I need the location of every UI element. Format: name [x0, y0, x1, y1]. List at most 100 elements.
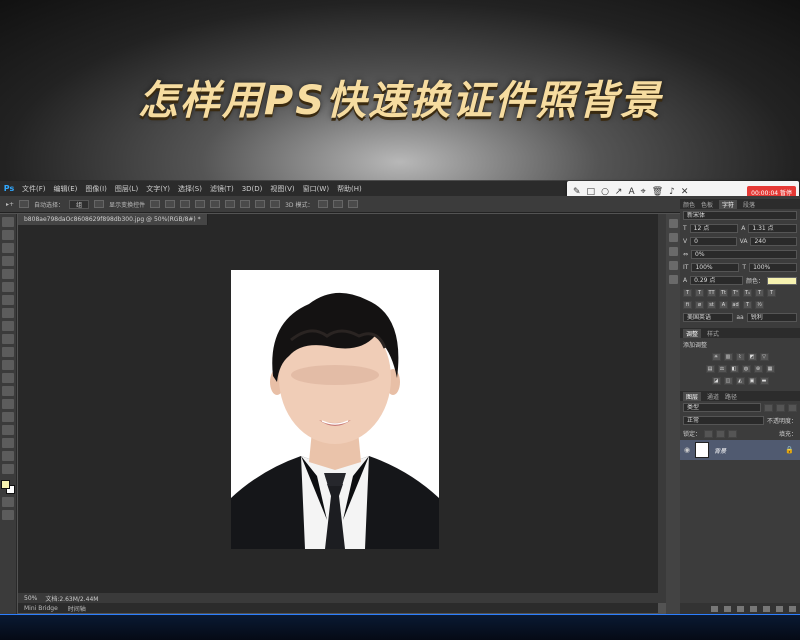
brush-panel-icon[interactable]: [668, 261, 678, 270]
align-center-icon[interactable]: [210, 200, 221, 208]
small-caps-button[interactable]: Tt: [719, 289, 728, 297]
exposure-icon[interactable]: ◩: [747, 353, 757, 361]
screen-mode-icon[interactable]: [2, 510, 14, 520]
path-select-tool-icon[interactable]: [2, 425, 14, 435]
text-color-swatch[interactable]: [767, 276, 797, 285]
eraser-tool-icon[interactable]: [2, 347, 14, 357]
strikethrough-button[interactable]: T: [767, 289, 776, 297]
swash-button[interactable]: st: [707, 301, 716, 309]
tab-paths[interactable]: 路径: [725, 392, 737, 401]
menu-window[interactable]: 窗口(W): [299, 184, 333, 194]
language-select[interactable]: 美国英语: [683, 313, 734, 322]
photo-filter-icon[interactable]: ◍: [741, 365, 751, 373]
properties-panel-icon[interactable]: [668, 233, 678, 242]
underline-button[interactable]: T: [755, 289, 764, 297]
channel-mixer-icon[interactable]: ⊛: [753, 365, 763, 373]
ordinal-button[interactable]: ø: [695, 301, 704, 309]
distribute-bottom-icon[interactable]: [270, 200, 281, 208]
mask-icon[interactable]: [737, 606, 744, 612]
history-panel-icon[interactable]: [668, 219, 678, 228]
levels-icon[interactable]: ▥: [723, 353, 733, 361]
brightness-icon[interactable]: ☀: [711, 353, 721, 361]
3d-rotate-icon[interactable]: [318, 200, 329, 208]
eyedropper-tool-icon[interactable]: [2, 282, 14, 292]
tab-character[interactable]: 字符: [719, 199, 738, 209]
zoom-level[interactable]: 50%: [24, 595, 37, 602]
color-lookup-icon[interactable]: ▦: [765, 365, 775, 373]
fx-icon[interactable]: [724, 606, 731, 612]
hue-saturation-icon[interactable]: ▤: [705, 365, 715, 373]
type-tool-icon[interactable]: [2, 412, 14, 422]
crop-tool-icon[interactable]: [2, 269, 14, 279]
auto-select-dropdown[interactable]: 组: [69, 199, 90, 209]
menu-select[interactable]: 选择(S): [174, 184, 206, 194]
menu-help[interactable]: 帮助(H): [333, 184, 366, 194]
tab-color[interactable]: 颜色: [683, 200, 695, 209]
tab-adjustments[interactable]: 调整: [683, 328, 702, 338]
superscript-button[interactable]: T¹: [731, 289, 740, 297]
font-size-field[interactable]: 12 点: [689, 224, 739, 233]
marquee-tool-icon[interactable]: [2, 230, 14, 240]
layer-kind-select[interactable]: 类型: [683, 403, 761, 412]
tab-channels[interactable]: 通道: [707, 392, 719, 401]
eye-icon[interactable]: ◉: [684, 446, 690, 454]
tab-styles[interactable]: 样式: [707, 329, 719, 338]
distribute-middle-icon[interactable]: [255, 200, 266, 208]
trash-icon[interactable]: [789, 606, 796, 612]
menu-image[interactable]: 图像(I): [81, 184, 111, 194]
vertical-scale-field[interactable]: 100%: [691, 263, 740, 272]
menu-edit[interactable]: 编辑(E): [50, 184, 82, 194]
titling-button[interactable]: A: [719, 301, 728, 309]
vertical-scrollbar[interactable]: [658, 214, 666, 603]
kerning-field[interactable]: 0: [690, 237, 737, 246]
tab-swatches[interactable]: 色板: [701, 200, 713, 209]
font-family-select[interactable]: 新宋体: [683, 211, 797, 220]
faux-italic-button[interactable]: T: [695, 289, 704, 297]
auto-select-checkbox[interactable]: [19, 200, 30, 208]
gradient-tool-icon[interactable]: [2, 360, 14, 370]
tab-paragraph[interactable]: 段落: [743, 200, 755, 209]
shape-tool-icon[interactable]: [2, 438, 14, 448]
document-canvas[interactable]: [231, 270, 439, 549]
ordinals-button[interactable]: T: [743, 301, 752, 309]
history-brush-tool-icon[interactable]: [2, 334, 14, 344]
color-balance-icon[interactable]: ⚖: [717, 365, 727, 373]
distribute-top-icon[interactable]: [240, 200, 251, 208]
filter-type-icon[interactable]: [788, 403, 797, 412]
3d-roll-icon[interactable]: [333, 200, 344, 208]
brush-tool-icon[interactable]: [2, 308, 14, 318]
vibrance-icon[interactable]: ▽: [759, 353, 769, 361]
lasso-tool-icon[interactable]: [2, 243, 14, 253]
antialias-select[interactable]: 锐利: [746, 313, 798, 322]
filter-adjust-icon[interactable]: [776, 403, 785, 412]
new-layer-icon[interactable]: [776, 606, 783, 612]
align-left-icon[interactable]: [195, 200, 206, 208]
lock-pixels-icon[interactable]: [704, 429, 714, 438]
align-bottom-icon[interactable]: [180, 200, 191, 208]
invert-icon[interactable]: ◪: [711, 377, 721, 385]
layer-name[interactable]: 背景: [714, 446, 726, 455]
align-top-icon[interactable]: [150, 200, 161, 208]
healing-tool-icon[interactable]: [2, 295, 14, 305]
lock-position-icon[interactable]: [716, 429, 726, 438]
align-middle-icon[interactable]: [165, 200, 176, 208]
tracking-field[interactable]: 240: [750, 237, 797, 246]
tab-layers[interactable]: 图层: [683, 391, 702, 401]
adjustment-layer-icon[interactable]: [750, 606, 757, 612]
foreground-color-swatch[interactable]: [1, 480, 10, 489]
3d-pan-icon[interactable]: [348, 200, 359, 208]
menu-view[interactable]: 视图(V): [266, 184, 298, 194]
dodge-tool-icon[interactable]: [2, 386, 14, 396]
show-transform-checkbox[interactable]: [94, 200, 105, 208]
filter-pixel-icon[interactable]: [764, 403, 773, 412]
quick-select-tool-icon[interactable]: [2, 256, 14, 266]
horizontal-scale-field[interactable]: 100%: [749, 263, 798, 272]
threshold-icon[interactable]: ◭: [735, 377, 745, 385]
menu-3d[interactable]: 3D(D): [238, 185, 267, 193]
selective-color-icon[interactable]: ▣: [747, 377, 757, 385]
subscript-button[interactable]: T₁: [743, 289, 752, 297]
ligature-button[interactable]: fi: [683, 301, 692, 309]
tab-mini-bridge[interactable]: Mini Bridge: [24, 605, 58, 612]
layer-row-background[interactable]: ◉ 背景 🔒: [680, 440, 800, 460]
hand-tool-icon[interactable]: [2, 451, 14, 461]
